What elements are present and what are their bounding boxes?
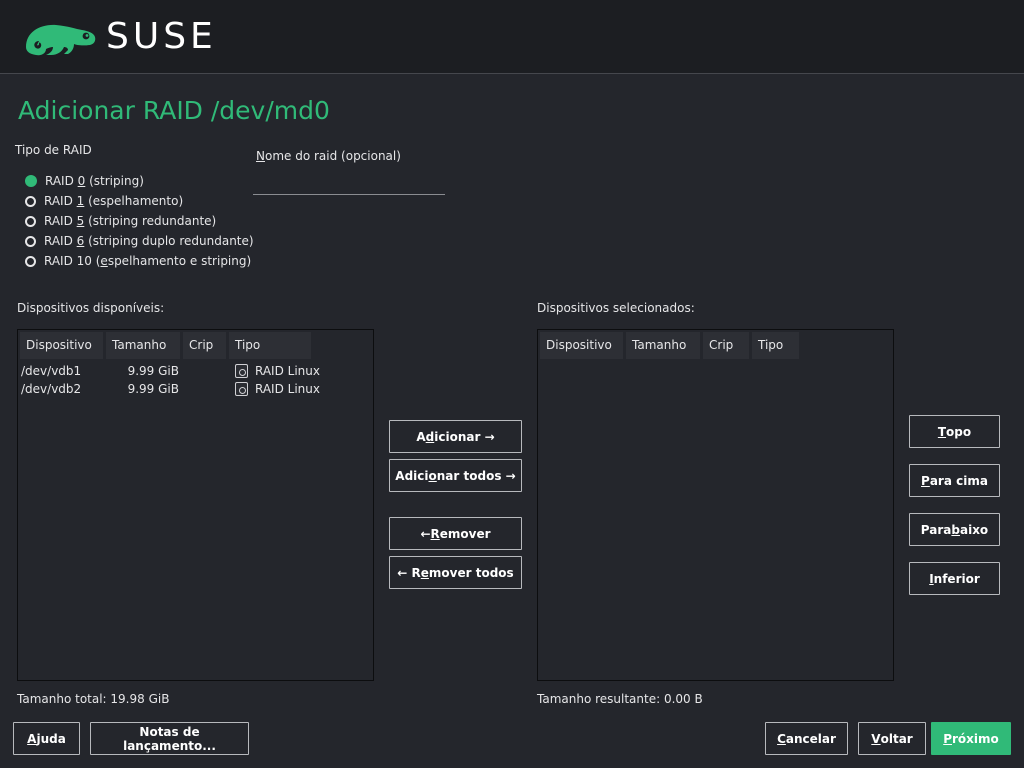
page-title: Adicionar RAID /dev/md0	[18, 96, 330, 125]
remove-button[interactable]: ← Remover	[389, 517, 522, 550]
disk-icon	[235, 382, 248, 396]
raid-name-input[interactable]	[253, 178, 445, 195]
cell-type-label: RAID Linux	[255, 382, 320, 396]
column-header-type[interactable]: Tipo	[229, 332, 311, 359]
raid-option[interactable]: RAID 0 (striping)	[25, 171, 254, 191]
column-header-crypt[interactable]: Crip	[703, 332, 749, 359]
add-all-button[interactable]: Adici o nar todos →	[389, 459, 522, 492]
available-devices-table[interactable]: Dispositivo Tamanho Crip Tipo /dev/vdb1 9…	[17, 329, 374, 681]
cancel-button[interactable]: Cancelar	[765, 722, 848, 755]
available-devices-label: Dispositivos disponíveis:	[17, 301, 165, 315]
column-header-crypt[interactable]: Crip	[183, 332, 226, 359]
raid-option-label: RAID 1 (espelhamento)	[44, 194, 184, 208]
table-row[interactable]: /dev/vdb1 9.99 GiB RAID Linux	[21, 362, 371, 380]
radio-unchecked-icon[interactable]	[25, 255, 36, 267]
raid-option[interactable]: RAID 5 (striping redundante)	[25, 211, 254, 231]
back-button[interactable]: Voltar	[858, 722, 926, 755]
move-down-button[interactable]: Para b aixo	[909, 513, 1000, 546]
available-total-size: Tamanho total: 19.98 GiB	[17, 692, 170, 706]
raid-name-label: Nome do raid (opcional)	[256, 149, 401, 163]
selected-devices-table[interactable]: Dispositivo Tamanho Crip Tipo	[537, 329, 894, 681]
move-up-button[interactable]: Para cima	[909, 464, 1000, 497]
cell-type: RAID Linux	[235, 382, 320, 396]
raid-type-label: Tipo de RAID	[15, 143, 92, 157]
chameleon-logo-icon	[26, 24, 96, 56]
raid-option[interactable]: RAID 6 (striping duplo redundante)	[25, 231, 254, 251]
raid-option[interactable]: RAID 1 (espelhamento)	[25, 191, 254, 211]
selected-devices-label: Dispositivos selecionados:	[537, 301, 695, 315]
move-bottom-button[interactable]: Inferior	[909, 562, 1000, 595]
cell-size: 9.99 GiB	[127, 364, 179, 378]
disk-icon	[235, 364, 248, 378]
cell-device: /dev/vdb2	[21, 382, 82, 396]
raid-type-radio-group: RAID 0 (striping) RAID 1 (espelhamento) RA…	[25, 171, 254, 271]
raid-option-label: RAID 10 (espelhamento e striping)	[44, 254, 252, 268]
table-header: Dispositivo Tamanho Crip Tipo	[20, 332, 314, 359]
column-header-device[interactable]: Dispositivo	[540, 332, 623, 359]
radio-unchecked-icon[interactable]	[25, 195, 36, 207]
raid-option-label: RAID 0 (striping)	[45, 174, 144, 188]
column-header-size[interactable]: Tamanho	[626, 332, 700, 359]
raid-option-label: RAID 5 (striping redundante)	[44, 214, 217, 228]
remove-all-button[interactable]: ← Re mover todos	[389, 556, 522, 589]
cell-device: /dev/vdb1	[21, 364, 82, 378]
radio-unchecked-icon[interactable]	[25, 215, 36, 227]
release-notes-button[interactable]: Notas de lançamento...	[90, 722, 249, 755]
cell-type: RAID Linux	[235, 364, 320, 378]
radio-unchecked-icon[interactable]	[25, 235, 36, 247]
move-top-button[interactable]: Topo	[909, 415, 1000, 448]
radio-checked-icon[interactable]	[25, 175, 37, 187]
table-header: Dispositivo Tamanho Crip Tipo	[540, 332, 802, 359]
cell-type-label: RAID Linux	[255, 364, 320, 378]
help-button[interactable]: Ajuda	[13, 722, 80, 755]
add-button[interactable]: Ad icionar →	[389, 420, 522, 453]
raid-option-label: RAID 6 (striping duplo redundante)	[44, 234, 254, 248]
raid-option[interactable]: RAID 10 (espelhamento e striping)	[25, 251, 254, 271]
table-row[interactable]: /dev/vdb2 9.99 GiB RAID Linux	[21, 380, 371, 398]
top-bar: SUSE	[0, 0, 1024, 74]
column-header-device[interactable]: Dispositivo	[20, 332, 103, 359]
brand-name: SUSE	[106, 16, 217, 57]
cell-size: 9.99 GiB	[127, 382, 179, 396]
column-header-size[interactable]: Tamanho	[106, 332, 180, 359]
next-button[interactable]: Próximo	[931, 722, 1011, 755]
column-header-type[interactable]: Tipo	[752, 332, 799, 359]
resulting-size: Tamanho resultante: 0.00 B	[537, 692, 703, 706]
